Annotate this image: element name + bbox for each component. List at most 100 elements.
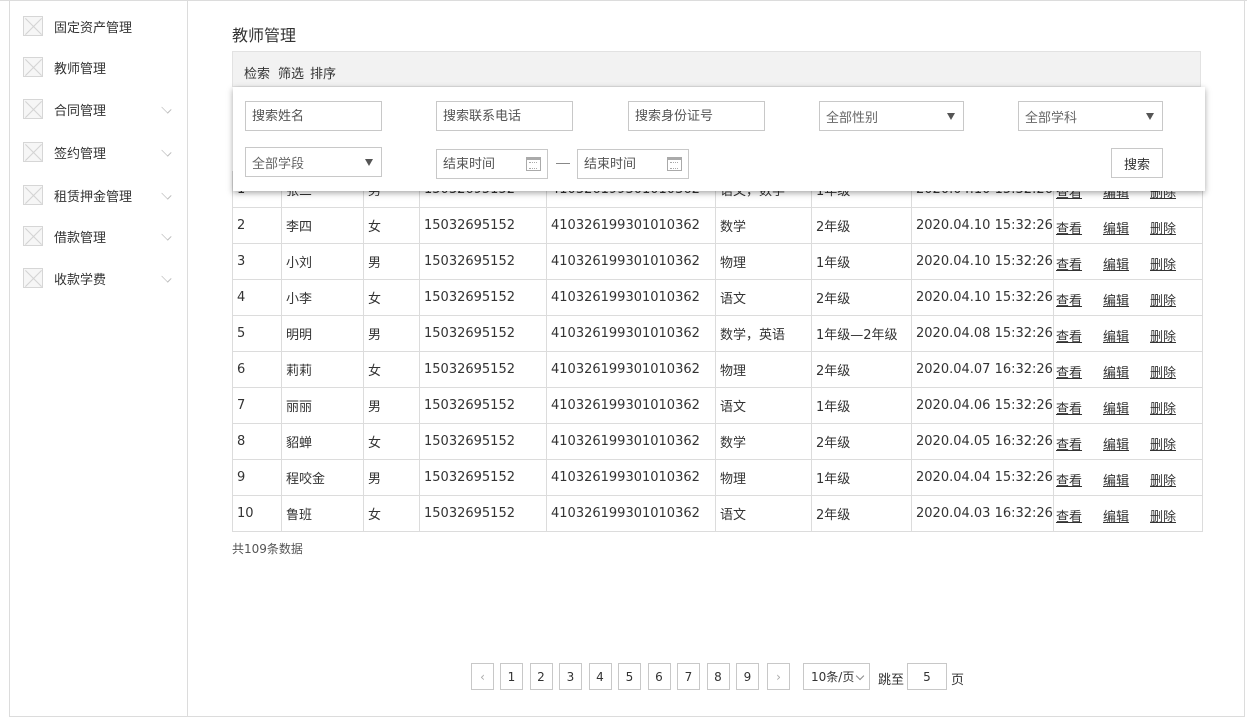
- delete-link[interactable]: 删除: [1150, 434, 1176, 453]
- name-search-input[interactable]: [245, 101, 382, 131]
- delete-link[interactable]: 删除: [1150, 290, 1176, 309]
- page-3-button[interactable]: 3: [559, 663, 582, 690]
- table-row: 3 小刘男 15032695152 410326199301010362 物理 1年级 20…: [232, 243, 1203, 280]
- id-search-input[interactable]: [628, 101, 765, 131]
- start-time-input[interactable]: [436, 149, 548, 179]
- delete-link[interactable]: 删除: [1150, 506, 1176, 525]
- table-cell-time: 2020.04.10 15:32:26: [911, 243, 1054, 280]
- table-cell-phone: 15032695152: [419, 279, 547, 316]
- chevron-down-icon[interactable]: [161, 230, 172, 241]
- sidebar-item-fixed-assets[interactable]: 固定资产管理: [23, 14, 183, 38]
- view-link[interactable]: 查看: [1056, 326, 1082, 345]
- prev-page-button[interactable]: ‹: [471, 663, 494, 690]
- row-actions: 查看 编辑 删除: [1053, 279, 1203, 316]
- page-9-button[interactable]: 9: [736, 663, 759, 690]
- calendar-icon[interactable]: [526, 157, 541, 171]
- page-size-select[interactable]: 10条/页: [803, 663, 870, 690]
- sidebar-item-tuition[interactable]: 收款学费: [23, 266, 183, 290]
- delete-link[interactable]: 删除: [1150, 254, 1176, 273]
- edit-link[interactable]: 编辑: [1103, 254, 1129, 273]
- table-cell-no: 9: [232, 459, 282, 496]
- page-7-button[interactable]: 7: [677, 663, 700, 690]
- table-cell-time: 2020.04.06 15:32:26: [911, 387, 1054, 424]
- placeholder-image-icon: [23, 226, 43, 246]
- dropdown-triangle-icon: [365, 159, 373, 166]
- placeholder-image-icon: [23, 185, 43, 205]
- id-search-field[interactable]: [635, 108, 758, 124]
- chevron-down-icon[interactable]: [161, 272, 172, 283]
- next-page-button[interactable]: ›: [767, 663, 790, 690]
- sidebar-item-teachers[interactable]: 教师管理: [23, 55, 183, 79]
- table-cell-name: 鲁班: [281, 495, 364, 532]
- view-link[interactable]: 查看: [1056, 362, 1082, 381]
- view-link[interactable]: 查看: [1056, 434, 1082, 453]
- table-row: 8 貂蝉女 15032695152 410326199301010362 数学 2年级 20…: [232, 423, 1203, 460]
- delete-link[interactable]: 删除: [1150, 326, 1176, 345]
- sidebar-item-contracts[interactable]: 合同管理: [23, 97, 183, 121]
- chevron-down-icon: [855, 671, 865, 681]
- table-cell-subject: 语文: [715, 279, 812, 316]
- table-cell-grade: 1年级: [811, 387, 912, 424]
- edit-link[interactable]: 编辑: [1103, 290, 1129, 309]
- edit-link[interactable]: 编辑: [1103, 362, 1129, 381]
- stage-select-value: 全部学段: [252, 156, 305, 172]
- table-cell-name: 莉莉: [281, 351, 364, 388]
- end-time-input[interactable]: [577, 149, 689, 179]
- table-cell-phone: 15032695152: [419, 423, 547, 460]
- chevron-down-icon[interactable]: [161, 189, 172, 200]
- sort-tab[interactable]: 排序: [310, 63, 336, 82]
- delete-link[interactable]: 删除: [1150, 398, 1176, 417]
- edit-link[interactable]: 编辑: [1103, 218, 1129, 237]
- page-4-button[interactable]: 4: [588, 663, 612, 690]
- sidebar-item-lease-deposit[interactable]: 租赁押金管理: [23, 183, 183, 207]
- table-cell-no: 2: [232, 207, 282, 244]
- page-1-button[interactable]: 1: [500, 663, 523, 690]
- table-row: 4 小李女 15032695152 410326199301010362 语文 2年级 20…: [232, 279, 1203, 316]
- gender-select[interactable]: 全部性别: [819, 101, 964, 131]
- page-8-button[interactable]: 8: [706, 663, 730, 690]
- edit-link[interactable]: 编辑: [1103, 434, 1129, 453]
- jump-page-input[interactable]: [907, 663, 947, 690]
- edit-link[interactable]: 编辑: [1103, 326, 1129, 345]
- phone-search-input[interactable]: [436, 101, 573, 131]
- table-cell-gender: 男: [363, 315, 420, 352]
- stage-select[interactable]: 全部学段: [245, 147, 382, 177]
- view-link[interactable]: 查看: [1056, 470, 1082, 489]
- phone-search-field[interactable]: [443, 108, 566, 124]
- page-title: 教师管理: [232, 26, 297, 45]
- delete-link[interactable]: 删除: [1150, 362, 1176, 381]
- gender-select-value: 全部性别: [826, 110, 879, 126]
- delete-link[interactable]: 删除: [1150, 470, 1176, 489]
- sidebar-item-signing[interactable]: 签约管理: [23, 140, 183, 164]
- sidebar-item-loans[interactable]: 借款管理: [23, 224, 183, 248]
- table-cell-subject: 语文: [715, 387, 812, 424]
- view-link[interactable]: 查看: [1056, 290, 1082, 309]
- edit-link[interactable]: 编辑: [1103, 470, 1129, 489]
- view-link[interactable]: 查看: [1056, 218, 1082, 237]
- search-button[interactable]: 搜索: [1111, 148, 1163, 178]
- view-link[interactable]: 查看: [1056, 398, 1082, 417]
- edit-link[interactable]: 编辑: [1103, 398, 1129, 417]
- chevron-down-icon[interactable]: [161, 146, 172, 157]
- page-5-button[interactable]: 5: [618, 663, 641, 690]
- view-link[interactable]: 查看: [1056, 506, 1082, 525]
- table-cell-subject: 数学，英语: [715, 315, 812, 352]
- filter-tab[interactable]: 筛选: [278, 63, 304, 82]
- search-tab[interactable]: 检索: [244, 63, 270, 82]
- subject-select[interactable]: 全部学科: [1018, 101, 1163, 131]
- row-actions: 查看 编辑 删除: [1053, 495, 1203, 532]
- sidebar-item-label: 合同管理: [54, 103, 107, 119]
- page-6-button[interactable]: 6: [647, 663, 671, 690]
- table-cell-no: 8: [232, 423, 282, 460]
- subject-select-value: 全部学科: [1025, 110, 1078, 126]
- table-cell-phone: 15032695152: [419, 315, 547, 352]
- name-search-field[interactable]: [252, 108, 375, 124]
- view-link[interactable]: 查看: [1056, 254, 1082, 273]
- page-2-button[interactable]: 2: [529, 663, 553, 690]
- sidebar-item-label: 租赁押金管理: [54, 189, 133, 205]
- table-cell-gender: 女: [363, 279, 420, 316]
- calendar-icon[interactable]: [667, 157, 682, 171]
- delete-link[interactable]: 删除: [1150, 218, 1176, 237]
- edit-link[interactable]: 编辑: [1103, 506, 1129, 525]
- chevron-down-icon[interactable]: [161, 103, 172, 114]
